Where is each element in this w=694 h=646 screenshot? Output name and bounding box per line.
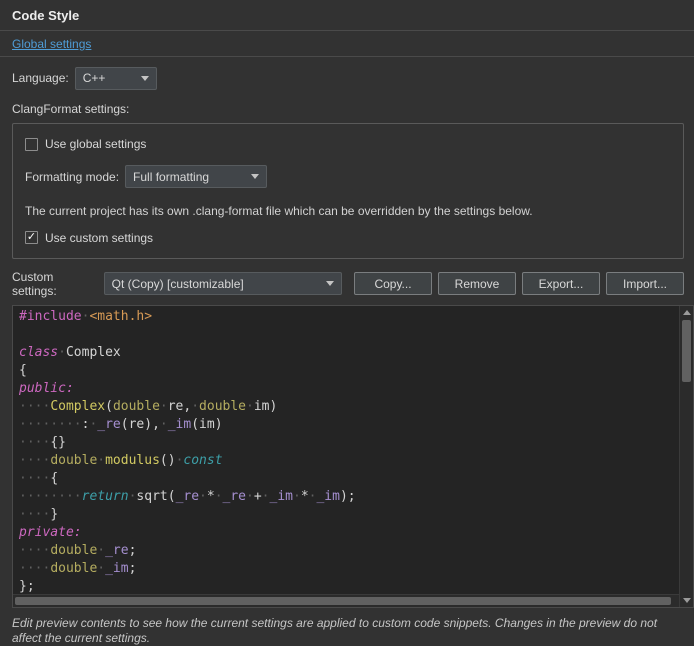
checkbox-icon — [25, 231, 38, 244]
scroll-up-button[interactable] — [680, 306, 693, 319]
chevron-down-icon — [141, 76, 149, 81]
language-dropdown[interactable]: C++ — [75, 67, 157, 90]
custom-settings-dropdown[interactable]: Qt (Copy) [customizable] — [104, 272, 342, 295]
remove-button[interactable]: Remove — [438, 272, 516, 295]
page-title: Code Style — [12, 6, 684, 27]
code-editor-content[interactable]: #include·<math.h> class·Complex{public:·… — [13, 306, 679, 594]
use-custom-settings-label: Use custom settings — [45, 231, 153, 245]
export-button[interactable]: Export... — [522, 272, 600, 295]
use-global-settings-label: Use global settings — [45, 137, 146, 151]
vertical-scrollbar-track[interactable] — [680, 319, 693, 594]
formatting-mode-label: Formatting mode: — [25, 170, 119, 184]
code-style-settings-page: Code Style Global settings Language: C++… — [0, 0, 694, 632]
separator — [0, 30, 694, 31]
scroll-down-button[interactable] — [680, 594, 693, 607]
use-custom-settings-checkbox[interactable]: Use custom settings — [25, 231, 671, 245]
custom-settings-value: Qt (Copy) [customizable] — [112, 277, 314, 291]
copy-button[interactable]: Copy... — [354, 272, 432, 295]
chevron-down-icon — [326, 281, 334, 286]
global-settings-link[interactable]: Global settings — [12, 37, 91, 51]
arrow-down-icon — [683, 598, 691, 603]
language-dropdown-value: C++ — [83, 71, 129, 85]
import-button[interactable]: Import... — [606, 272, 684, 295]
custom-settings-label: Custom settings: — [12, 270, 98, 298]
formatting-mode-value: Full formatting — [133, 170, 239, 184]
horizontal-scrollbar-handle[interactable] — [15, 597, 671, 605]
vertical-scrollbar-handle[interactable] — [682, 320, 691, 382]
horizontal-scrollbar[interactable] — [13, 594, 679, 607]
language-label: Language: — [12, 71, 69, 85]
chevron-down-icon — [251, 174, 259, 179]
use-global-settings-checkbox[interactable]: Use global settings — [25, 137, 146, 151]
footer-help-text: Edit preview contents to see how the cur… — [12, 616, 684, 646]
checkbox-icon — [25, 138, 38, 151]
separator — [0, 56, 694, 57]
formatting-mode-dropdown[interactable]: Full formatting — [125, 165, 267, 188]
code-preview-editor[interactable]: #include·<math.h> class·Complex{public:·… — [12, 305, 694, 608]
clangformat-groupbox: Use global settings Formatting mode: Ful… — [12, 123, 684, 259]
clangformat-info-text: The current project has its own .clang-f… — [25, 204, 671, 218]
clangformat-section-label: ClangFormat settings: — [12, 102, 684, 116]
vertical-scrollbar[interactable] — [679, 306, 693, 607]
arrow-up-icon — [683, 310, 691, 315]
